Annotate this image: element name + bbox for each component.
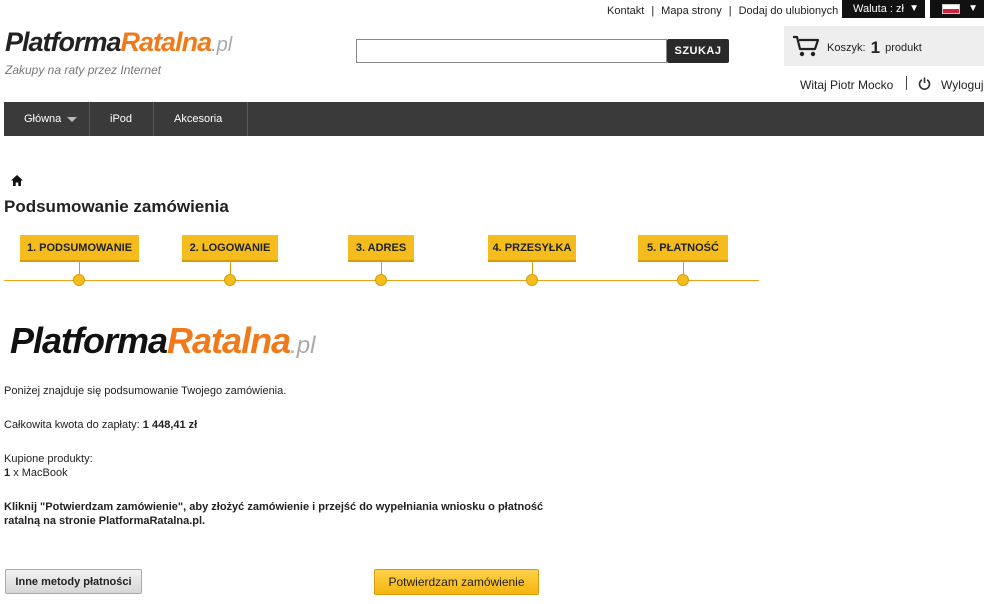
sitemap-link[interactable]: Mapa strony [654, 5, 729, 17]
step-marker [375, 274, 387, 286]
product-name: x MacBook [13, 467, 68, 479]
product-line: 1 x MacBook [4, 467, 68, 479]
step-connector [381, 262, 382, 274]
step-label: 2. LOGOWANIE [189, 241, 271, 254]
cart-count: 1 [870, 38, 881, 57]
polish-flag-icon [942, 4, 960, 14]
logo-tagline: Zakupy na raty przez Internet [5, 63, 162, 77]
chevron-down-icon [67, 116, 78, 122]
total-value: 1 448,41 zł [142, 419, 198, 431]
logo-text-suffix: .pl [211, 34, 233, 56]
search-input[interactable] [356, 39, 667, 63]
step-label: 3. ADRES [355, 241, 407, 254]
confirm-order-button[interactable]: Potwierdzam zamówienie [374, 569, 539, 595]
step-marker [526, 274, 538, 286]
step-marker [224, 274, 236, 286]
logo-text-orange: Ratalna [167, 320, 291, 361]
logo-text-black: Platforma [10, 320, 168, 361]
language-select[interactable]: ▼ [930, 0, 984, 18]
step-payment: 5. PŁATNOŚĆ [638, 235, 728, 262]
product-qty: 1 [4, 467, 11, 479]
main-nav: Główna iPod Akcesoria [4, 102, 984, 136]
home-icon[interactable] [11, 175, 23, 186]
cart-box[interactable]: Koszyk: 1 produkt [784, 26, 984, 66]
nav-item-ipod[interactable]: iPod [90, 102, 154, 136]
logo-text-suffix: .pl [290, 332, 316, 359]
step-summary: 1. PODSUMOWANIE [20, 235, 139, 262]
site-logo[interactable]: PlatformaRatalna.pl Zakupy na raty przez… [5, 26, 232, 77]
cart-label: Koszyk: [827, 42, 866, 54]
nav-item-accessories[interactable]: Akcesoria [154, 102, 248, 136]
products-label: Kupione produkty: [4, 453, 93, 465]
step-connector [79, 262, 80, 274]
nav-item-label: iPod [110, 113, 133, 125]
step-connector [683, 262, 684, 274]
cart-summary: Koszyk: 1 produkt [827, 38, 922, 58]
caret-down-icon: ▼ [968, 3, 978, 14]
nav-item-label: Główna [24, 113, 62, 125]
step-marker [677, 274, 689, 286]
summary-intro: Poniżej znajduje się podsumowanie Twojeg… [4, 385, 287, 397]
total-label: Całkowita kwota do zapłaty: [4, 419, 140, 431]
add-to-favorites-link[interactable]: Dodaj do ulubionych [732, 5, 846, 17]
logout-link[interactable]: Wyloguj [941, 78, 984, 92]
logo-text-black: Platforma [5, 27, 122, 57]
platforma-ratalna-logo: PlatformaRatalna.pl [10, 320, 315, 362]
search-button[interactable]: SZUKAJ [667, 39, 729, 63]
divider [906, 76, 907, 90]
step-label: 1. PODSUMOWANIE [26, 241, 133, 254]
other-payment-methods-button[interactable]: Inne metody płatności [5, 569, 142, 594]
step-label: 4. PRZESYŁKA [492, 241, 572, 254]
power-icon[interactable] [918, 77, 931, 90]
cart-unit: produkt [885, 42, 922, 54]
step-address: 3. ADRES [348, 235, 414, 262]
nav-item-label: Akcesoria [174, 113, 223, 125]
contact-link[interactable]: Kontakt [600, 5, 651, 17]
step-label: 5. PŁATNOŚĆ [647, 241, 719, 254]
total-amount: Całkowita kwota do zapłaty: 1 448,41 zł [4, 419, 197, 431]
logo-text-orange: Ratalna [120, 27, 213, 57]
step-shipping: 4. PRZESYŁKA [488, 235, 576, 262]
step-connector [230, 262, 231, 274]
step-login: 2. LOGOWANIE [182, 235, 278, 262]
step-marker [73, 274, 85, 286]
currency-label: Waluta : zł [853, 3, 904, 15]
cart-icon [793, 35, 820, 57]
confirm-instructions: Kliknij "Potwierdzam zamówienie", aby zł… [4, 501, 544, 527]
currency-select[interactable]: Waluta : zł ▼ [842, 0, 925, 18]
top-links: Kontakt | Mapa strony | Dodaj do ulubion… [600, 4, 845, 18]
welcome-text: Witaj Piotr Mocko [800, 78, 894, 92]
page-title: Podsumowanie zamówienia [4, 197, 229, 216]
caret-down-icon: ▼ [909, 3, 919, 14]
nav-item-home[interactable]: Główna [4, 102, 90, 136]
step-connector [532, 262, 533, 274]
